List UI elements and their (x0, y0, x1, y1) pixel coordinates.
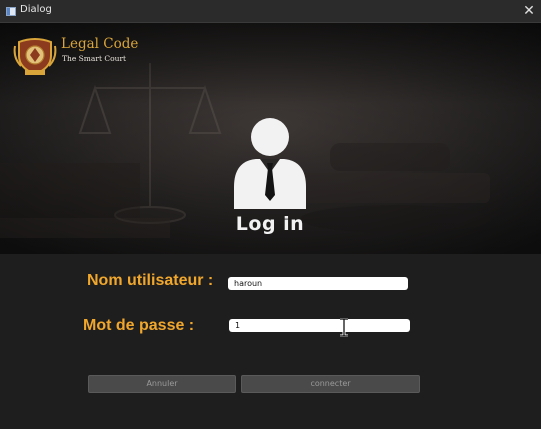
window-title: Dialog (20, 4, 52, 15)
court-seal-logo (13, 38, 57, 76)
close-icon: ✕ (523, 3, 535, 19)
title-bar: Dialog ✕ (0, 0, 541, 23)
cancel-button[interactable]: Annuler (88, 375, 236, 393)
username-label: Nom utilisateur : (87, 272, 214, 289)
brand-tagline: The Smart Court (62, 54, 127, 63)
user-tie-icon (234, 118, 306, 209)
dialog-window: Dialog ✕ Legal Code The Smart Court Log … (0, 0, 541, 429)
password-label: Mot de passe : (83, 317, 195, 334)
connect-button[interactable]: connecter (241, 375, 420, 393)
window-icon (6, 7, 16, 16)
text-cursor-icon (340, 318, 348, 337)
username-input[interactable] (228, 277, 408, 290)
password-input[interactable] (229, 319, 410, 332)
close-button[interactable]: ✕ (519, 1, 539, 21)
brand-name: Legal Code (61, 36, 139, 52)
login-heading: Log in (235, 213, 305, 235)
brand-logo: Legal Code The Smart Court (13, 34, 153, 76)
